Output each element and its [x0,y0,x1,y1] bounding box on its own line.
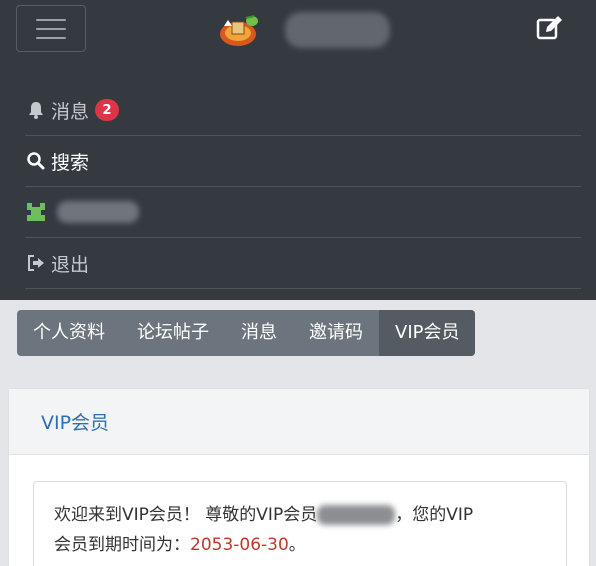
hamburger-menu-button[interactable] [16,5,86,52]
expire-text-suffix: 。 [288,535,306,555]
nav-item-messages-label: 消息 [51,100,90,123]
username-redacted [57,201,139,223]
nav-item-search[interactable]: 搜索 [25,136,581,187]
user-nav-list: 消息 2 搜索 退出 [25,85,581,289]
messages-count-badge: 2 [95,99,120,121]
nav-item-messages[interactable]: 消息 2 [25,85,581,136]
edit-icon[interactable] [536,14,564,42]
vip-card-header: VIP会员 [9,389,589,455]
nav-item-logout[interactable]: 退出 [25,238,581,289]
site-logo[interactable] [218,12,260,48]
search-icon [25,150,47,172]
nav-item-search-label: 搜索 [51,151,90,174]
logout-icon [25,252,47,274]
top-navbar: 消息 2 搜索 退出 [0,0,596,300]
tab-vip[interactable]: VIP会员 [379,310,476,356]
hamburger-icon-bar [36,18,66,21]
vip-username-redacted [317,505,396,525]
hamburger-icon-bar [36,27,66,30]
expire-date: 2053-06-30 [190,535,289,555]
tab-invite-code[interactable]: 邀请码 [293,310,379,356]
expire-text-prefix: 会员到期时间为： [54,535,190,555]
vip-card: VIP会员 欢迎来到VIP会员！ 尊敬的VIP会员 ，您的VIP 会员到期时间为：… [8,388,590,566]
nav-item-user[interactable] [25,187,581,238]
vip-card-title: VIP会员 [41,412,110,434]
nav-item-logout-label: 退出 [51,253,90,276]
welcome-text-prefix: 欢迎来到VIP会员！ 尊敬的VIP会员 [54,505,318,525]
user-avatar-icon [25,201,47,223]
hamburger-icon-bar [36,36,66,39]
tab-profile[interactable]: 个人资料 [17,310,121,356]
tab-forum-posts[interactable]: 论坛帖子 [121,310,225,356]
vip-info-alert: 欢迎来到VIP会员！ 尊敬的VIP会员 ，您的VIP 会员到期时间为：2053-0… [33,481,567,566]
welcome-text-suffix: ，您的VIP [395,505,474,525]
site-name-redacted [285,12,390,48]
bell-icon [25,99,47,121]
profile-tabs: 个人资料 论坛帖子 消息 邀请码 VIP会员 [17,310,476,356]
tab-messages[interactable]: 消息 [225,310,293,356]
